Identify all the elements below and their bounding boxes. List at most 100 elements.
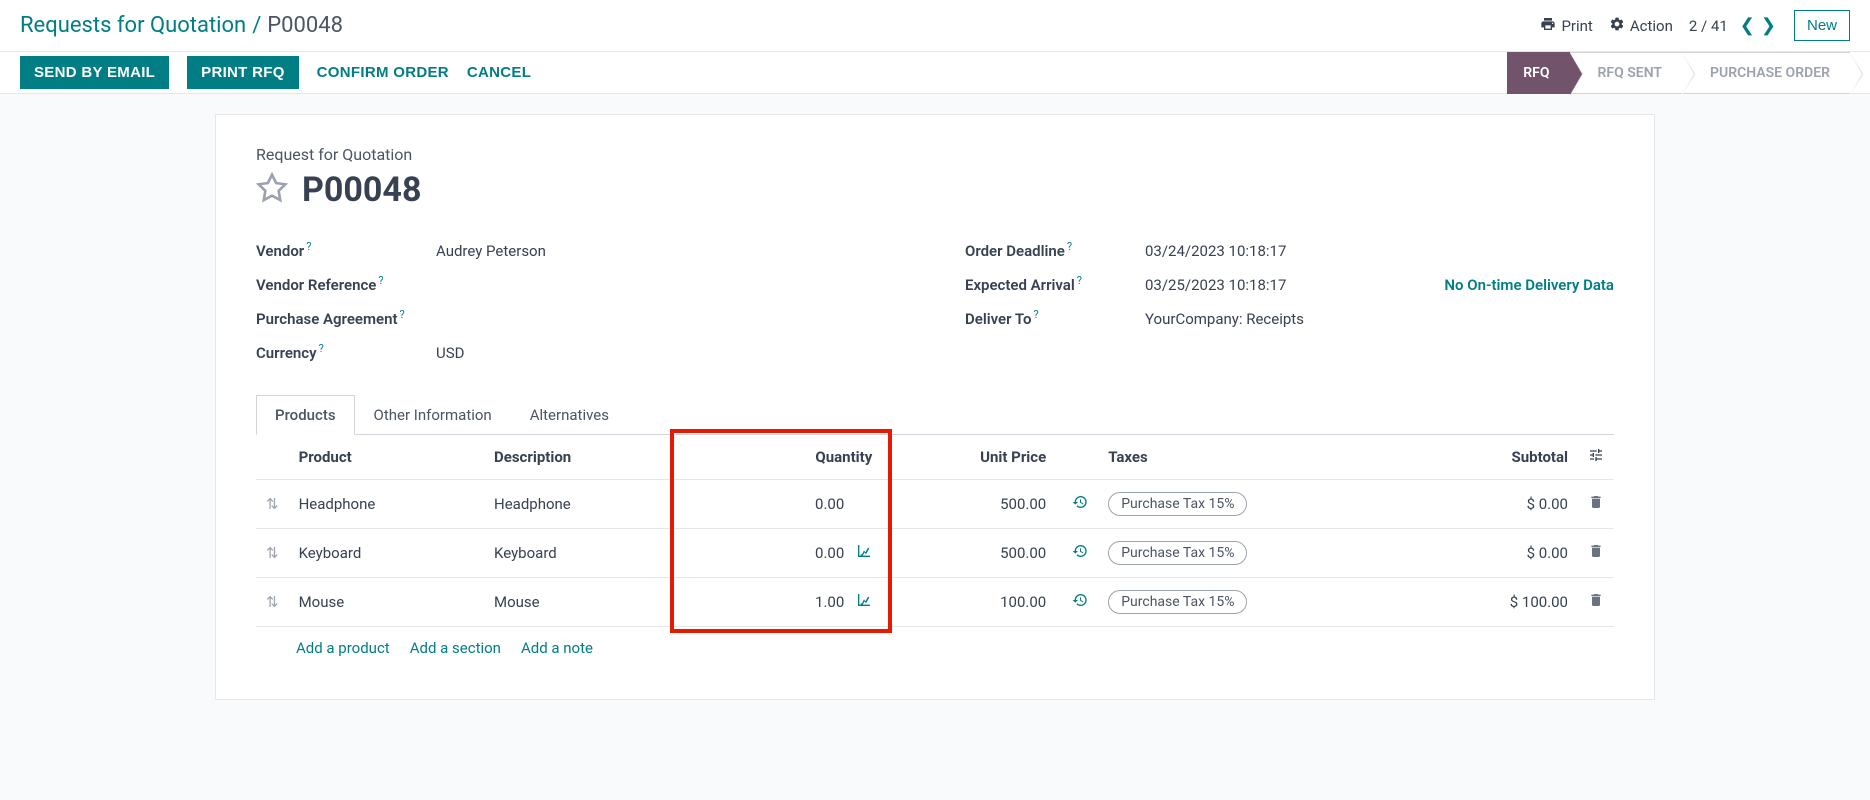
table-row[interactable]: ⇅ Keyboard Keyboard 0.00 500.00 Purchase… [256,529,1614,578]
page-counter: 2 / 41 [1689,17,1728,35]
cell-history[interactable] [1056,480,1098,529]
col-unit-price: Unit Price [882,435,1056,480]
table-header-row: Product Description Quantity Unit Price … [256,435,1614,480]
drag-handle-icon[interactable]: ⇅ [256,578,289,627]
vendor-value[interactable]: Audrey Peterson [436,242,905,260]
new-button[interactable]: New [1794,10,1850,41]
breadcrumb-separator: / [252,13,261,38]
forecast-chart-icon[interactable] [856,543,872,563]
vendor-label: Vendor? [256,242,436,260]
expected-arrival-value[interactable]: 03/25/2023 10:18:17 [1145,276,1286,294]
field-deliver-to: Deliver To? YourCompany: Receipts [965,302,1614,336]
cell-taxes[interactable]: Purchase Tax 15% [1098,480,1420,529]
cell-product[interactable]: Mouse [289,578,484,627]
order-deadline-value[interactable]: 03/24/2023 10:18:17 [1145,242,1614,260]
deliver-to-value[interactable]: YourCompany: Receipts [1145,310,1614,328]
cell-unit-price[interactable]: 500.00 [882,529,1056,578]
cell-product[interactable]: Headphone [289,480,484,529]
col-product: Product [289,435,484,480]
trash-icon [1588,545,1604,563]
cancel-button[interactable]: Cancel [467,64,531,81]
expected-arrival-value-wrap: 03/25/2023 10:18:17 No On-time Delivery … [1145,276,1614,294]
cell-subtotal: $ 100.00 [1420,578,1578,627]
status-purchase-order[interactable]: Purchase Order [1682,52,1850,94]
cell-delete[interactable] [1578,578,1614,627]
status-bar: RFQ RFQ Sent Purchase Order [1507,52,1850,93]
tax-pill[interactable]: Purchase Tax 15% [1108,541,1247,565]
print-rfq-button[interactable]: Print RFQ [187,56,299,89]
next-page-button[interactable]: ❯ [1759,15,1778,36]
tax-pill[interactable]: Purchase Tax 15% [1108,492,1247,516]
prev-page-button[interactable]: ❮ [1738,15,1757,36]
help-icon[interactable]: ? [1077,274,1082,287]
help-icon[interactable]: ? [378,274,383,287]
cell-description[interactable]: Keyboard [484,529,680,578]
form-card: Request for Quotation P00048 Vendor? Aud… [215,114,1655,700]
currency-value[interactable]: USD [436,344,905,362]
confirm-order-button[interactable]: Confirm Order [317,64,449,81]
status-rfq[interactable]: RFQ [1507,52,1569,94]
cell-product[interactable]: Keyboard [289,529,484,578]
tabs: Products Other Information Alternatives [256,395,1614,435]
cell-taxes[interactable]: Purchase Tax 15% [1098,529,1420,578]
add-section-link[interactable]: Add a section [410,639,501,657]
drag-handle-icon[interactable]: ⇅ [256,529,289,578]
send-by-email-button[interactable]: Send by Email [20,56,169,89]
forecast-chart-icon[interactable] [856,592,872,612]
print-menu[interactable]: Print [1540,16,1592,36]
col-quantity: Quantity [680,435,882,480]
status-rfq-sent[interactable]: RFQ Sent [1570,52,1682,94]
cell-history[interactable] [1056,578,1098,627]
help-icon[interactable]: ? [319,342,324,355]
table-row[interactable]: ⇅ Headphone Headphone 0.00 500.00 Purcha… [256,480,1614,529]
cell-history[interactable] [1056,529,1098,578]
cell-quantity[interactable]: 1.00 [680,578,882,627]
cell-unit-price[interactable]: 100.00 [882,578,1056,627]
cell-description[interactable]: Mouse [484,578,680,627]
deliver-to-label: Deliver To? [965,310,1145,328]
field-currency: Currency? USD [256,336,905,370]
cell-taxes[interactable]: Purchase Tax 15% [1098,578,1420,627]
cell-unit-price[interactable]: 500.00 [882,480,1056,529]
print-label: Print [1561,17,1592,35]
breadcrumb-current: P00048 [267,13,343,38]
no-delivery-data-link[interactable]: No On-time Delivery Data [1444,276,1614,294]
cell-description[interactable]: Headphone [484,480,680,529]
cell-delete[interactable] [1578,480,1614,529]
cell-quantity[interactable]: 0.00 [680,480,882,529]
top-bar: Requests for Quotation / P00048 Print Ac… [0,0,1870,52]
product-table-wrapper: Product Description Quantity Unit Price … [256,435,1614,669]
col-settings[interactable] [1578,435,1614,480]
cell-quantity[interactable]: 0.00 [680,529,882,578]
breadcrumb-root[interactable]: Requests for Quotation [20,13,246,38]
drag-handle-icon[interactable]: ⇅ [256,480,289,529]
trash-icon [1588,496,1604,514]
fields-grid: Vendor? Audrey Peterson Vendor Reference… [256,234,1614,370]
tax-pill[interactable]: Purchase Tax 15% [1108,590,1247,614]
tab-other-information[interactable]: Other Information [355,395,511,434]
help-icon[interactable]: ? [399,308,404,321]
cell-delete[interactable] [1578,529,1614,578]
add-note-link[interactable]: Add a note [521,639,593,657]
tab-products[interactable]: Products [256,395,355,435]
table-row[interactable]: ⇅ Mouse Mouse 1.00 100.00 Purchase Tax 1… [256,578,1614,627]
favorite-star-icon[interactable] [256,172,288,208]
trash-icon [1588,594,1604,612]
currency-label: Currency? [256,344,436,362]
vendor-reference-label: Vendor Reference? [256,276,436,294]
col-taxes: Taxes [1098,435,1420,480]
action-menu[interactable]: Action [1609,16,1673,36]
product-table: Product Description Quantity Unit Price … [256,435,1614,627]
help-icon[interactable]: ? [1033,308,1038,321]
form-title-row: P00048 [256,170,1614,210]
tab-alternatives[interactable]: Alternatives [511,395,628,434]
add-product-link[interactable]: Add a product [296,639,390,657]
help-icon[interactable]: ? [306,240,311,253]
cell-subtotal: $ 0.00 [1420,529,1578,578]
field-purchase-agreement: Purchase Agreement? [256,302,905,336]
help-icon[interactable]: ? [1067,240,1072,253]
order-deadline-label: Order Deadline? [965,242,1145,260]
add-links-row: Add a product Add a section Add a note [256,627,1614,669]
fields-col-right: Order Deadline? 03/24/2023 10:18:17 Expe… [965,234,1614,370]
page-navigation: 2 / 41 ❮ ❯ [1689,15,1778,36]
